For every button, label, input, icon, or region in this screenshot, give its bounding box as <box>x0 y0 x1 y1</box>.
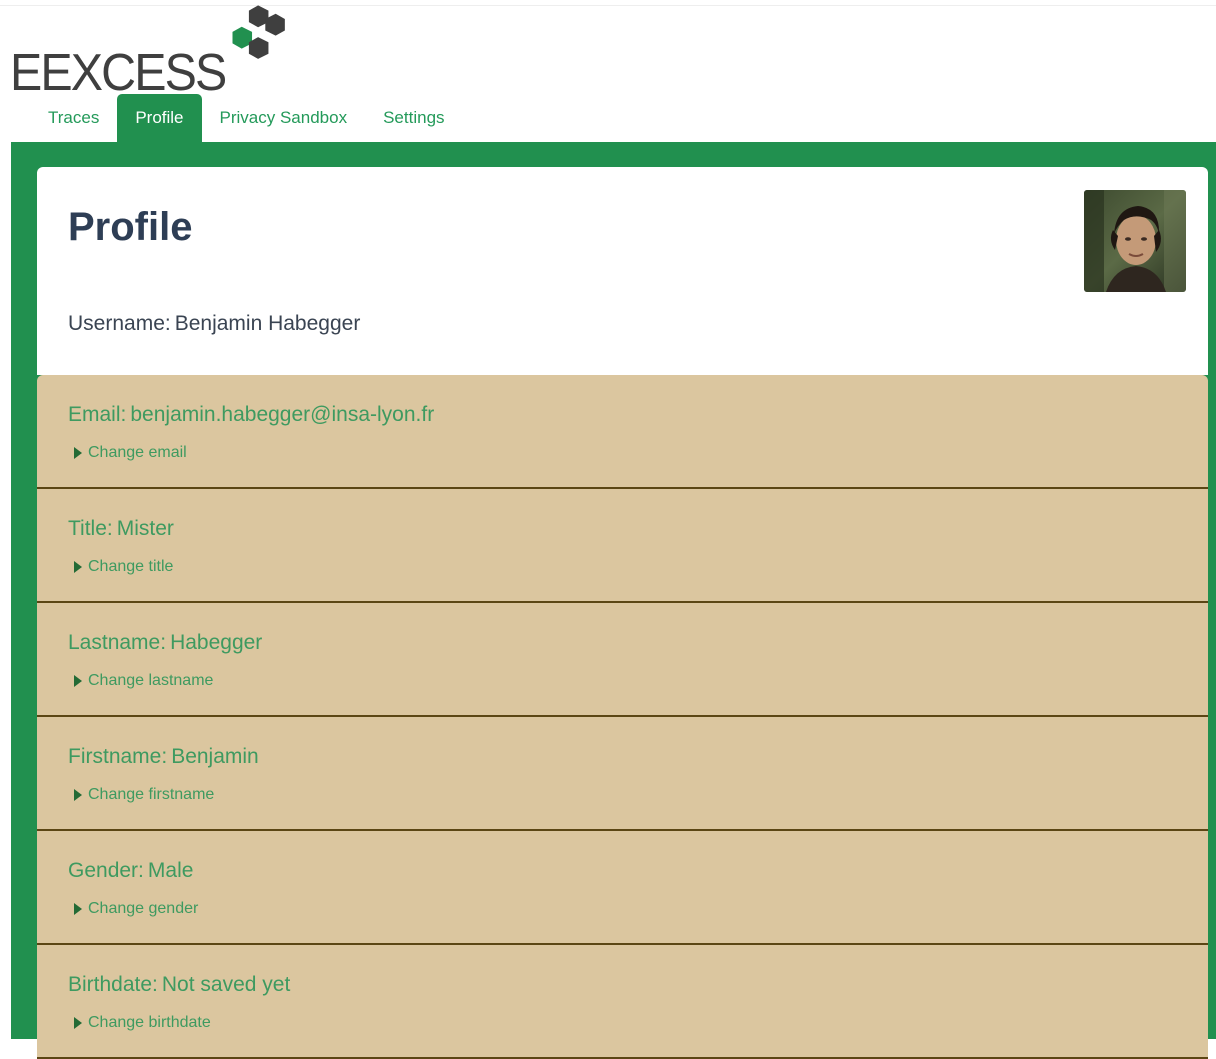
page-title: Profile <box>68 205 193 249</box>
field-title-line: Title: Mister <box>68 517 174 541</box>
triangle-right-icon <box>74 675 82 687</box>
hexagon-logo-icon <box>232 5 285 59</box>
field-email: Email: benjamin.habegger@insa-lyon.fr Cha… <box>37 375 1208 489</box>
field-value: benjamin.habegger@insa-lyon.fr <box>130 403 435 426</box>
field-label: Birthdate: <box>68 973 158 996</box>
username-label: Username: <box>68 312 171 335</box>
field-birthdate-line: Birthdate: Not saved yet <box>68 973 290 997</box>
change-title-label: Change title <box>88 558 174 575</box>
change-title-toggle[interactable]: Change title <box>74 558 173 576</box>
triangle-right-icon <box>74 561 82 573</box>
tab-traces[interactable]: Traces <box>30 94 117 142</box>
change-lastname-label: Change lastname <box>88 672 214 689</box>
tab-privacy-sandbox[interactable]: Privacy Sandbox <box>202 94 366 142</box>
user-photo-icon <box>1084 190 1186 292</box>
change-birthdate-toggle[interactable]: Change birthdate <box>74 1014 211 1032</box>
change-lastname-toggle[interactable]: Change lastname <box>74 672 213 690</box>
triangle-right-icon <box>74 447 82 459</box>
field-label: Email: <box>68 403 127 426</box>
logo-wordmark: EEXCESS <box>10 44 227 102</box>
change-firstname-label: Change firstname <box>88 786 215 803</box>
field-lastname: Lastname: Habegger Change lastname <box>37 603 1208 717</box>
field-firstname-line: Firstname: Benjamin <box>68 745 259 769</box>
triangle-right-icon <box>74 789 82 801</box>
field-value: Not saved yet <box>161 973 291 996</box>
field-value: Male <box>147 859 194 882</box>
triangle-right-icon <box>74 903 82 915</box>
username-value: Benjamin Habegger <box>174 312 361 335</box>
field-value: Mister <box>116 517 174 540</box>
field-firstname: Firstname: Benjamin Change firstname <box>37 717 1208 831</box>
field-value: Benjamin <box>171 745 259 768</box>
profile-fields: Email: benjamin.habegger@insa-lyon.fr Cha… <box>37 375 1208 1059</box>
username-line: Username: Benjamin Habegger <box>68 312 360 336</box>
tab-profile[interactable]: Profile <box>117 94 202 142</box>
avatar <box>1084 190 1186 292</box>
change-email-label: Change email <box>88 444 187 461</box>
field-gender-line: Gender: Male <box>68 859 193 883</box>
field-birthdate: Birthdate: Not saved yet Change birthdate <box>37 945 1208 1059</box>
triangle-right-icon <box>74 1017 82 1029</box>
eexcess-logo: EEXCESS <box>10 0 300 100</box>
field-label: Title: <box>68 517 113 540</box>
change-firstname-toggle[interactable]: Change firstname <box>74 786 214 804</box>
change-birthdate-label: Change birthdate <box>88 1014 211 1031</box>
change-email-toggle[interactable]: Change email <box>74 444 187 462</box>
change-gender-toggle[interactable]: Change gender <box>74 900 198 918</box>
field-title: Title: Mister Change title <box>37 489 1208 603</box>
field-label: Gender: <box>68 859 144 882</box>
field-email-line: Email: benjamin.habegger@insa-lyon.fr <box>68 403 434 427</box>
main-nav-tabs: Traces Profile Privacy Sandbox Settings <box>30 94 463 142</box>
field-value: Habegger <box>170 631 263 654</box>
field-label: Lastname: <box>68 631 167 654</box>
tab-settings[interactable]: Settings <box>365 94 462 142</box>
field-lastname-line: Lastname: Habegger <box>68 631 262 655</box>
profile-header-card: Profile Username: Benjamin Habegger <box>37 167 1208 375</box>
change-gender-label: Change gender <box>88 900 199 917</box>
field-gender: Gender: Male Change gender <box>37 831 1208 945</box>
field-label: Firstname: <box>68 745 168 768</box>
